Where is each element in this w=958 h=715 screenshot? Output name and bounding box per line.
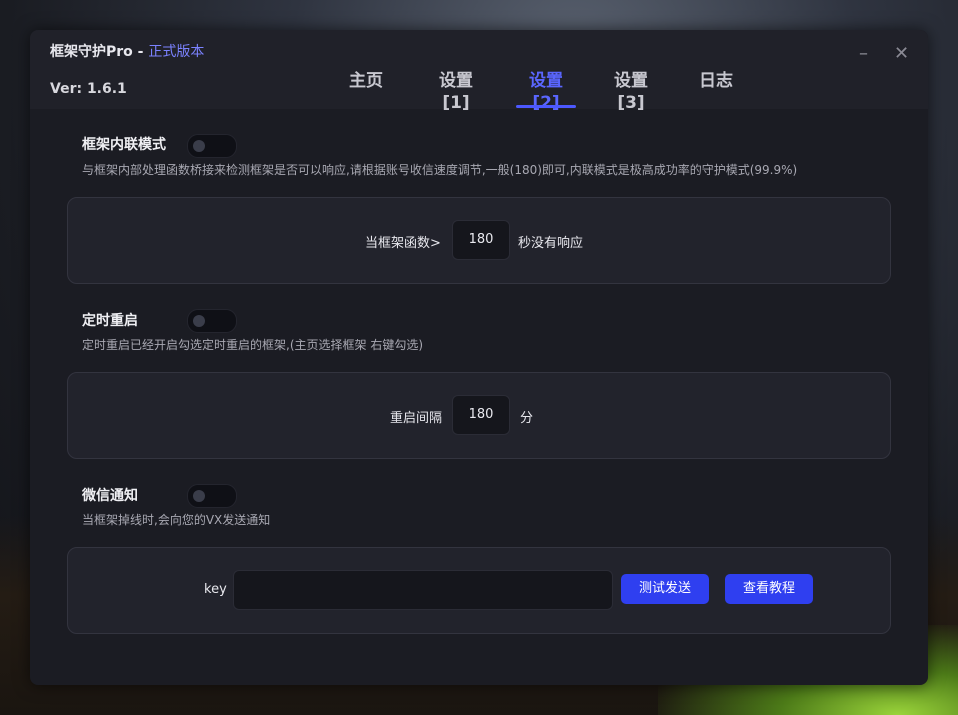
timed-restart-title: 定时重启 xyxy=(82,313,138,329)
wechat-notify-description: 当框架掉线时,会向您的VX发送通知 xyxy=(82,513,271,527)
inline-mode-suffix-label: 秒没有响应 xyxy=(518,236,584,251)
toggle-knob xyxy=(193,315,205,327)
toggle-knob xyxy=(193,490,205,502)
inline-mode-toggle[interactable] xyxy=(187,134,237,158)
title-separator: - xyxy=(132,44,149,60)
tab-log[interactable]: 日志 xyxy=(698,70,734,108)
minimize-button[interactable]: – xyxy=(859,43,868,64)
inline-mode-title: 框架内联模式 xyxy=(82,137,166,153)
wechat-notify-toggle[interactable] xyxy=(187,484,237,508)
tab-settings-2[interactable]: 设置[2] xyxy=(516,70,576,113)
timed-restart-description: 定时重启已经开启勾选定时重启的框架,(主页选择框架 右键勾选) xyxy=(82,338,423,352)
inline-mode-card: 当框架函数> 180 秒没有响应 xyxy=(67,197,891,284)
tab-bar: 主页 设置[1] 设置[2] 设置[3] 日志 xyxy=(30,70,928,113)
app-window: 框架守护Pro - 正式版本 Ver: 1.6.1 主页 设置[1] 设置[2]… xyxy=(30,30,928,685)
tab-settings-3[interactable]: 设置[3] xyxy=(601,70,661,113)
wechat-notify-card: key 测试发送 查看教程 xyxy=(67,547,891,634)
toggle-knob xyxy=(193,140,205,152)
timeout-seconds-input[interactable]: 180 xyxy=(452,220,510,260)
inline-mode-prefix-label: 当框架函数> xyxy=(365,236,441,251)
wechat-notify-title: 微信通知 xyxy=(82,488,138,504)
app-name: 框架守护Pro xyxy=(50,44,133,60)
app-edition: 正式版本 xyxy=(148,44,205,60)
app-title: 框架守护Pro - 正式版本 xyxy=(50,41,204,61)
minimize-icon: – xyxy=(859,43,868,64)
tab-home[interactable]: 主页 xyxy=(348,70,384,108)
title-bar[interactable]: 框架守护Pro - 正式版本 Ver: 1.6.1 主页 设置[1] 设置[2]… xyxy=(30,30,928,113)
key-input[interactable] xyxy=(233,570,613,610)
view-tutorial-button[interactable]: 查看教程 xyxy=(725,574,813,604)
tab-settings-1[interactable]: 设置[1] xyxy=(426,70,486,113)
key-label: key xyxy=(204,582,227,597)
timed-restart-toggle[interactable] xyxy=(187,309,237,333)
inline-mode-description: 与框架内部处理函数桥接来检测框架是否可以响应,请根据账号收信速度调节,一般(18… xyxy=(82,163,798,177)
restart-interval-unit: 分 xyxy=(520,411,534,426)
timed-restart-card: 重启间隔 180 分 xyxy=(67,372,891,459)
restart-interval-input[interactable]: 180 xyxy=(452,395,510,435)
test-send-button[interactable]: 测试发送 xyxy=(621,574,709,604)
close-icon: ✕ xyxy=(894,43,910,64)
restart-interval-label: 重启间隔 xyxy=(390,411,443,426)
close-button[interactable]: ✕ xyxy=(894,43,909,64)
